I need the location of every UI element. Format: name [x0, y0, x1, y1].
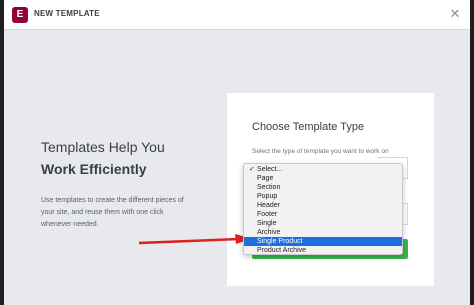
dropdown-option[interactable]: Product Archive [244, 246, 402, 255]
template-type-label: Select the type of template you want to … [252, 148, 389, 155]
dropdown-option[interactable]: Single [244, 219, 402, 228]
dropdown-option[interactable]: Single Product [244, 237, 402, 246]
dropdown-option[interactable]: Popup [244, 192, 402, 201]
intro-description: Use templates to create the different pi… [41, 197, 184, 228]
form-title: Choose Template Type [252, 121, 365, 133]
dialog-title: NEW TEMPLATE [34, 9, 100, 18]
elementor-logo-icon: E [12, 7, 28, 23]
red-arrow-annotation [139, 234, 252, 245]
dropdown-option[interactable]: Section [244, 183, 402, 192]
dropdown-option[interactable]: Select... ✓ [244, 165, 402, 174]
new-template-dialog: E NEW TEMPLATE ✕ Templates Help You Work… [4, 0, 470, 305]
intro-heading-line1: Templates Help You [41, 139, 165, 155]
dropdown-option[interactable]: Footer [244, 210, 402, 219]
dropdown-option[interactable]: Header [244, 201, 402, 210]
dropdown-option[interactable]: Page [244, 174, 402, 183]
template-type-dropdown[interactable]: Select... ✓ Page Section Popup Header Footer Si… [243, 163, 403, 255]
checkmark-icon: ✓ [249, 166, 255, 173]
dropdown-option[interactable]: Archive [244, 228, 402, 237]
close-icon[interactable]: ✕ [446, 5, 464, 23]
dialog-header: E NEW TEMPLATE ✕ [4, 0, 470, 30]
intro-heading-line2: Work Efficiently [41, 161, 147, 177]
